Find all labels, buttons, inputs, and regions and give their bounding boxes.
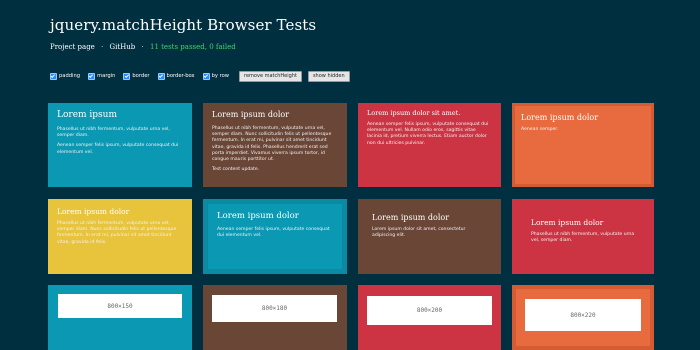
card-text: Aenean semper felis ipsum, vulputate con… xyxy=(57,143,179,155)
card-r2-c1: Lorem ipsum dolor Phasellus ut nibh ferm… xyxy=(48,199,192,274)
remove-matchheight-button[interactable]: remove matchHeight xyxy=(239,70,302,82)
page-title: jquery.matchHeight Browser Tests xyxy=(50,16,317,34)
margin-checkbox[interactable]: margin xyxy=(88,72,116,80)
card-r3-c4: 800×220 xyxy=(512,285,654,350)
card-title: Lorem ipsum dolor xyxy=(531,218,604,227)
card-title: Lorem ipsum dolor xyxy=(372,213,450,222)
github-link[interactable]: GitHub xyxy=(110,43,136,51)
checkbox-icon[interactable] xyxy=(88,72,96,80)
card-text: Phasellus ut nibh fermentum, vulputate u… xyxy=(531,232,635,244)
card-title: Lorem ipsum dolor xyxy=(521,113,599,122)
by-row-checkbox[interactable]: by row xyxy=(202,72,230,80)
checkbox-icon[interactable] xyxy=(157,72,165,80)
test-controls: padding margin border border-box by row … xyxy=(50,70,350,82)
header-links: Project page · GitHub · 11 tests passed,… xyxy=(50,43,236,51)
project-page-link[interactable]: Project page xyxy=(50,43,95,51)
checkbox-label: by row xyxy=(211,73,230,79)
checkbox-label: margin xyxy=(97,73,116,79)
checkbox-icon[interactable] xyxy=(123,72,131,80)
card-text: Phasellus ut nibh fermentum, vulputate u… xyxy=(57,221,177,245)
test-grid: Lorem ipsum Phasellus ut nibh fermentum,… xyxy=(48,103,654,350)
card-title: Lorem ipsum dolor xyxy=(57,207,130,216)
card-r2-c2: Lorem ipsum dolor Aenean semper felis ip… xyxy=(203,199,347,274)
card-text: Phasellus ut nibh fermentum, vulputate u… xyxy=(212,126,332,163)
border-checkbox[interactable]: border xyxy=(123,72,150,80)
card-text: Aenean semper. xyxy=(521,127,559,132)
card-text: Lorem ipsum dolor sit amet, consectetur … xyxy=(372,227,466,239)
card-r3-c2: 800×180 xyxy=(203,285,347,350)
checkbox-icon[interactable] xyxy=(50,72,57,80)
padding-checkbox[interactable]: padding xyxy=(50,72,81,80)
card-r1-c2: Lorem ipsum dolor Phasellus ut nibh ferm… xyxy=(203,103,347,187)
card-text: Test content update. xyxy=(212,167,260,173)
card-r2-c4: Lorem ipsum dolor Phasellus ut nibh ferm… xyxy=(512,199,654,274)
card-text: Aenean semper felis ipsum, vulputate con… xyxy=(367,122,489,146)
checkbox-label: border-box xyxy=(166,73,195,79)
checkbox-label: padding xyxy=(59,73,81,79)
placeholder-image: 800×150 xyxy=(58,294,182,318)
card-title: Lorem ipsum dolor xyxy=(212,110,290,119)
separator: · xyxy=(141,43,144,51)
card-r1-c1: Lorem ipsum Phasellus ut nibh fermentum,… xyxy=(48,103,192,187)
card-r2-c3: Lorem ipsum dolor Lorem ipsum dolor sit … xyxy=(358,199,501,274)
placeholder-image: 800×220 xyxy=(525,299,641,331)
separator: · xyxy=(101,43,104,51)
card-title: Lorem ipsum dolor sit amet. xyxy=(367,109,461,117)
checkbox-label: border xyxy=(132,73,150,79)
show-hidden-button[interactable]: show hidden xyxy=(307,70,350,82)
checkbox-icon[interactable] xyxy=(202,72,210,80)
placeholder-image: 800×180 xyxy=(212,295,337,322)
test-status: 11 tests passed, 0 failed xyxy=(149,43,236,51)
border-box-checkbox[interactable]: border-box xyxy=(157,72,195,80)
card-text: Phasellus ut nibh fermentum, vulputate u… xyxy=(57,127,170,139)
card-text: Aenean semper felis ipsum, vulputate con… xyxy=(217,227,330,239)
placeholder-image: 800×200 xyxy=(367,296,492,325)
card-r1-c3: Lorem ipsum dolor sit amet. Aenean sempe… xyxy=(358,103,501,187)
card-r3-c3: 800×200 xyxy=(358,285,501,350)
card-title: Lorem ipsum xyxy=(57,110,118,120)
card-title: Lorem ipsum dolor xyxy=(217,211,299,221)
card-r3-c1: 800×150 xyxy=(48,285,192,350)
card-r1-c4: Lorem ipsum dolor Aenean semper. xyxy=(512,103,654,187)
